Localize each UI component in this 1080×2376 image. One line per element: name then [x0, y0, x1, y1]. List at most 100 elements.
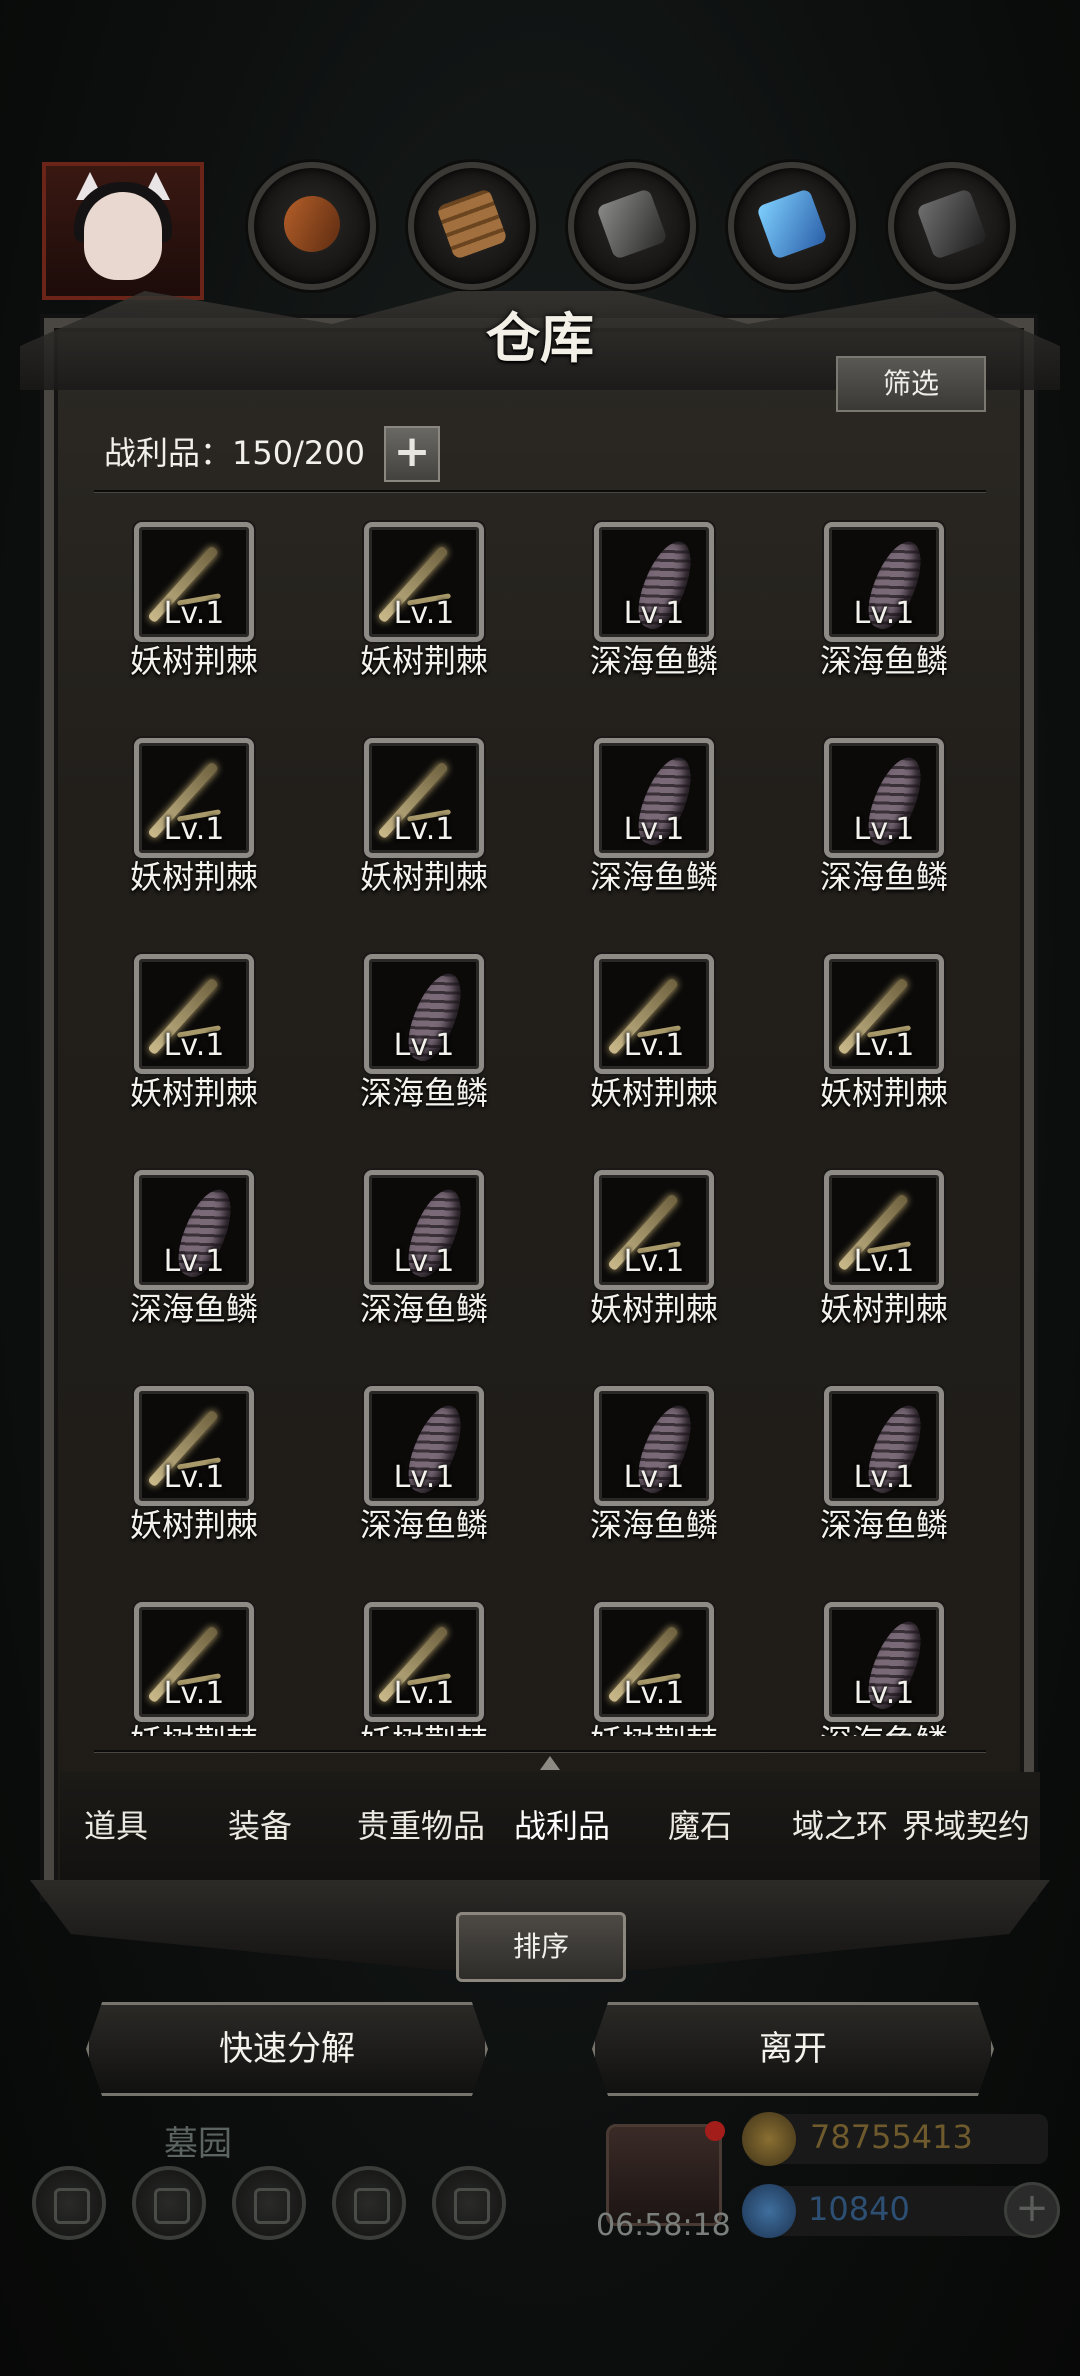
divider	[94, 490, 986, 492]
item-name: 妖树荆棘	[819, 1290, 948, 1328]
item-name: 深海鱼鳞	[589, 1506, 718, 1544]
item-slot[interactable]: Lv.1 深海鱼鳞	[784, 512, 984, 712]
divider	[94, 1750, 986, 1752]
item-name: 妖树荆棘	[129, 858, 258, 896]
item-level: Lv.1	[163, 1460, 225, 1495]
item-name: 深海鱼鳞	[819, 642, 948, 680]
item-slot[interactable]: Lv.1 妖树荆棘	[784, 944, 984, 1144]
item-level: Lv.1	[393, 1028, 455, 1063]
item-level: Lv.1	[623, 1460, 685, 1495]
item-name: 深海鱼鳞	[784, 1716, 984, 1736]
item-slot[interactable]: Lv.1 妖树荆棘	[784, 1160, 984, 1360]
item-name: 深海鱼鳞	[819, 1506, 948, 1544]
item-slot[interactable]: Lv.1 妖树荆棘	[94, 1376, 294, 1576]
add-gems-button[interactable]: +	[1004, 2182, 1060, 2238]
tab-realm-contract[interactable]: 界域契约	[896, 1772, 1036, 1880]
wood-orb-icon[interactable]	[408, 162, 536, 290]
item-name: 妖树荆棘	[589, 1290, 718, 1328]
notification-dot	[705, 2121, 725, 2141]
item-slot[interactable]: Lv.1 深海鱼鳞	[784, 728, 984, 928]
item-level: Lv.1	[623, 1676, 685, 1711]
item-slot[interactable]: Lv.1 深海鱼鳞	[94, 1160, 294, 1360]
item-slot[interactable]: Lv.1 妖树荆棘	[324, 1592, 524, 1736]
iron-orb-icon[interactable]	[568, 162, 696, 290]
item-slot[interactable]: Lv.1 妖树荆棘	[324, 512, 524, 712]
item-level: Lv.1	[393, 812, 455, 847]
item-slot[interactable]: Lv.1 深海鱼鳞	[324, 944, 524, 1144]
metal-orb-icon[interactable]	[888, 162, 1016, 290]
item-level: Lv.1	[393, 1460, 455, 1495]
item-slot[interactable]: Lv.1 妖树荆棘	[94, 728, 294, 928]
item-slot[interactable]: Lv.1 深海鱼鳞	[784, 1592, 984, 1736]
item-slot[interactable]: Lv.1 深海鱼鳞	[554, 728, 754, 928]
item-slot[interactable]: Lv.1 妖树荆棘	[94, 944, 294, 1144]
item-slot[interactable]: Lv.1 深海鱼鳞	[784, 1376, 984, 1576]
item-name: 妖树荆棘	[359, 858, 488, 896]
item-grid: Lv.1 妖树荆棘 Lv.1 妖树荆棘 Lv.1 深海鱼鳞 Lv.1 深海鱼鳞 Lv.1 妖树荆棘…	[94, 496, 986, 1736]
item-level: Lv.1	[163, 596, 225, 631]
capacity-label: 战利品：150/200	[104, 434, 365, 472]
item-name: 妖树荆棘	[554, 1716, 754, 1736]
leave-button[interactable]: 离开	[592, 2002, 994, 2096]
item-name: 深海鱼鳞	[589, 642, 718, 680]
tab-magic-stone[interactable]: 魔石	[640, 1772, 760, 1880]
item-level: Lv.1	[163, 1676, 225, 1711]
item-name: 深海鱼鳞	[359, 1506, 488, 1544]
sort-button[interactable]: 排序	[456, 1912, 626, 1982]
item-level: Lv.1	[623, 1244, 685, 1279]
page-title: 仓库	[486, 306, 594, 370]
category-tabs: 道具 装备 贵重物品 战利品 魔石 域之环 界域契约	[60, 1772, 1040, 1880]
item-slot[interactable]: Lv.1 妖树荆棘	[554, 1160, 754, 1360]
item-name: 妖树荆棘	[94, 1716, 294, 1736]
item-level: Lv.1	[163, 1028, 225, 1063]
settings-icon[interactable]	[32, 2166, 106, 2240]
character-portrait[interactable]	[42, 162, 204, 300]
book-icon[interactable]	[232, 2166, 306, 2240]
item-level: Lv.1	[853, 596, 915, 631]
item-slot[interactable]: Lv.1 深海鱼鳞	[324, 1376, 524, 1576]
item-slot[interactable]: Lv.1 妖树荆棘	[324, 728, 524, 928]
tab-items[interactable]: 道具	[60, 1772, 172, 1880]
item-name: 深海鱼鳞	[359, 1290, 488, 1328]
gem-icon	[742, 2184, 796, 2238]
filter-button[interactable]: 筛选	[836, 356, 986, 412]
item-slot[interactable]: Lv.1 深海鱼鳞	[324, 1160, 524, 1360]
tab-loot[interactable]: 战利品	[482, 1772, 642, 1880]
item-level: Lv.1	[853, 1676, 915, 1711]
item-slot[interactable]: Lv.1 妖树荆棘	[94, 512, 294, 712]
ore-orb-icon[interactable]	[248, 162, 376, 290]
crystal-orb-icon[interactable]	[728, 162, 856, 290]
item-slot[interactable]: Lv.1 妖树荆棘	[94, 1592, 294, 1736]
guild-icon[interactable]	[432, 2166, 506, 2240]
area-name: 墓园	[164, 2124, 232, 2164]
item-level: Lv.1	[623, 812, 685, 847]
item-slot[interactable]: Lv.1 妖树荆棘	[554, 944, 754, 1144]
item-name: 妖树荆棘	[819, 1074, 948, 1112]
item-slot[interactable]: Lv.1 妖树荆棘	[554, 1592, 754, 1736]
mail-icon[interactable]	[332, 2166, 406, 2240]
gift-timer: 06:58:18	[596, 2208, 731, 2243]
gold-coin-icon	[742, 2112, 796, 2166]
item-name: 深海鱼鳞	[359, 1074, 488, 1112]
item-level: Lv.1	[623, 596, 685, 631]
item-name: 妖树荆棘	[129, 1506, 258, 1544]
gold-amount: 78755413	[810, 2118, 973, 2156]
item-level: Lv.1	[853, 812, 915, 847]
item-slot[interactable]: Lv.1 深海鱼鳞	[554, 512, 754, 712]
item-level: Lv.1	[853, 1244, 915, 1279]
item-name: 深海鱼鳞	[129, 1290, 258, 1328]
expand-capacity-button[interactable]: +	[384, 426, 440, 482]
item-name: 深海鱼鳞	[589, 858, 718, 896]
item-level: Lv.1	[393, 1676, 455, 1711]
active-tab-pointer	[540, 1756, 560, 1770]
tab-equipment[interactable]: 装备	[200, 1772, 320, 1880]
item-name: 妖树荆棘	[129, 1074, 258, 1112]
item-level: Lv.1	[853, 1460, 915, 1495]
quick-decompose-button[interactable]: 快速分解	[86, 2002, 488, 2096]
item-level: Lv.1	[163, 812, 225, 847]
item-name: 妖树荆棘	[324, 1716, 524, 1736]
item-name: 妖树荆棘	[129, 642, 258, 680]
star-icon[interactable]	[132, 2166, 206, 2240]
item-slot[interactable]: Lv.1 深海鱼鳞	[554, 1376, 754, 1576]
item-level: Lv.1	[163, 1244, 225, 1279]
